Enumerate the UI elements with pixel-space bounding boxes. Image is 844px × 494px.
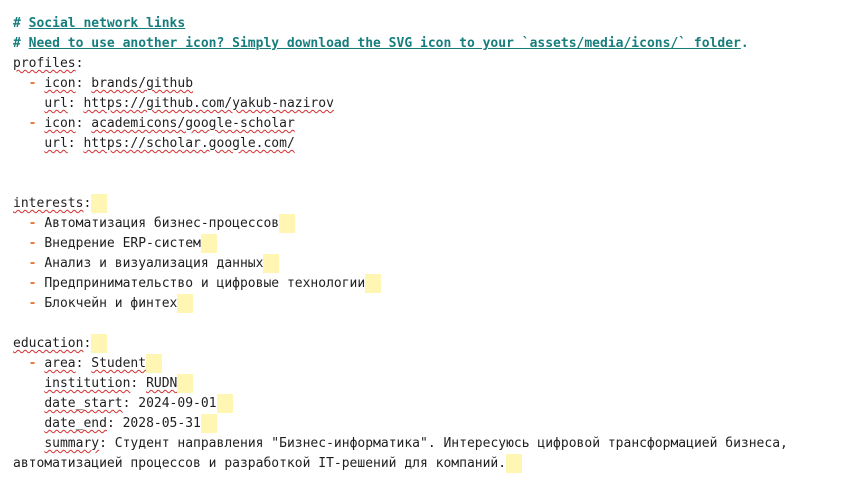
trailing-space-highlight bbox=[263, 254, 280, 273]
interest-item: - Автоматизация бизнес-процессов bbox=[13, 214, 838, 234]
education-key: education: bbox=[13, 334, 838, 354]
profile-item-icon: - icon: brands/github bbox=[28, 76, 194, 91]
yaml-editor[interactable]: # Social network links # Need to use ano… bbox=[13, 14, 838, 474]
comment-line: # Social network links bbox=[13, 16, 186, 31]
education-summary-continued: автоматизацией процессов и разработкой I… bbox=[13, 454, 838, 474]
comment-line: # Need to use another icon? Simply downl… bbox=[13, 36, 749, 51]
trailing-space-highlight bbox=[146, 354, 163, 373]
education-summary: summary: Студент направления "Бизнес-инф… bbox=[44, 436, 788, 451]
trailing-space-highlight bbox=[216, 394, 233, 413]
interest-item: - Анализ и визуализация данных bbox=[13, 254, 838, 274]
trailing-space-highlight bbox=[177, 374, 194, 393]
education-institution: institution: RUDN bbox=[13, 374, 838, 394]
trailing-space-highlight bbox=[506, 454, 523, 473]
education-area: - area: Student bbox=[13, 354, 838, 374]
interest-item: - Блокчейн и финтех bbox=[13, 294, 838, 314]
trailing-space-highlight bbox=[365, 274, 382, 293]
trailing-space-highlight bbox=[91, 334, 108, 353]
trailing-space-highlight bbox=[279, 214, 296, 233]
interest-item: - Предпринимательство и цифровые техноло… bbox=[13, 274, 838, 294]
interests-key: interests: bbox=[13, 194, 838, 214]
trailing-space-highlight bbox=[200, 234, 217, 253]
profile-item-url: url: https://github.com/yakub-nazirov bbox=[44, 96, 334, 111]
profile-item-url: url: https://scholar.google.com/ bbox=[44, 136, 295, 151]
education-date-end: date_end: 2028-05-31 bbox=[13, 414, 838, 434]
profiles-key: profiles: bbox=[13, 56, 84, 71]
education-date-start: date_start: 2024-09-01 bbox=[13, 394, 838, 414]
profile-item-icon: - icon: academicons/google-scholar bbox=[28, 116, 295, 131]
trailing-space-highlight bbox=[200, 414, 217, 433]
trailing-space-highlight bbox=[91, 194, 108, 213]
trailing-space-highlight bbox=[177, 294, 194, 313]
interest-item: - Внедрение ERP-систем bbox=[13, 234, 838, 254]
